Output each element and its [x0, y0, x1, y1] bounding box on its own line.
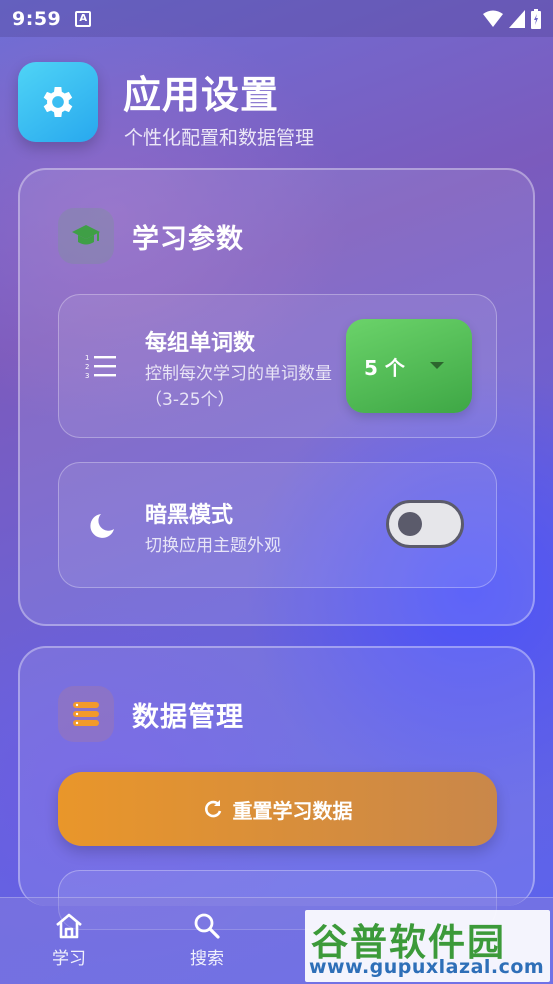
dark-mode-desc: 切换应用主题外观	[145, 536, 281, 556]
status-bar: 9:59 A	[0, 0, 553, 37]
learning-params-card: 学习参数 1 2 3 每组单词数 控制每次学习的单词数量（3-25个） 5 个 …	[18, 168, 535, 626]
status-time: 9:59	[12, 7, 62, 30]
gear-icon	[43, 87, 73, 117]
numbered-list-icon: 1 2 3	[85, 354, 116, 379]
moon-icon	[90, 514, 114, 538]
wifi-icon	[483, 10, 503, 27]
data-card-title: 数据管理	[132, 702, 244, 733]
battery-icon	[531, 8, 541, 29]
notification-icon: A	[75, 10, 92, 27]
words-per-group-title: 每组单词数	[145, 331, 256, 356]
toggle-knob	[398, 512, 422, 536]
status-icons	[483, 8, 541, 29]
watermark-url: www.gupuxlazal.com	[309, 956, 545, 978]
page-header: 应用设置 个性化配置和数据管理	[18, 62, 538, 152]
reset-button-label: 重置学习数据	[232, 798, 353, 823]
words-per-group-select[interactable]: 5 个	[346, 319, 472, 413]
page-subtitle: 个性化配置和数据管理	[124, 127, 315, 149]
data-card-icon	[58, 686, 114, 742]
words-per-group-value: 5 个	[364, 355, 405, 380]
page-title: 应用设置	[123, 73, 280, 117]
signal-icon	[509, 9, 525, 28]
settings-app-icon	[18, 62, 98, 142]
learning-card-icon	[58, 208, 114, 264]
graduation-cap-icon	[72, 225, 100, 245]
refresh-icon	[204, 800, 221, 818]
caret-down-icon	[430, 362, 444, 369]
svg-text:3: 3	[85, 372, 89, 379]
home-icon	[56, 913, 82, 939]
dark-mode-title: 暗黑模式	[145, 503, 234, 528]
reset-learning-data-button[interactable]: 重置学习数据	[58, 772, 497, 846]
nav-label-learn: 学习	[52, 949, 86, 969]
database-icon	[73, 702, 99, 726]
nav-item-search[interactable]: 搜索	[172, 912, 242, 969]
nav-label-search: 搜索	[190, 949, 224, 969]
dark-mode-toggle[interactable]	[386, 500, 464, 548]
svg-text:1: 1	[85, 354, 89, 362]
data-management-card: 数据管理 重置学习数据	[18, 646, 535, 930]
learning-card-title: 学习参数	[132, 224, 244, 255]
words-per-group-row: 1 2 3 每组单词数 控制每次学习的单词数量（3-25个） 5 个	[58, 294, 497, 438]
dark-mode-row: 暗黑模式 切换应用主题外观	[58, 462, 497, 588]
watermark: 谷普软件园 www.gupuxlazal.com	[305, 910, 550, 982]
nav-item-learn[interactable]: 学习	[34, 912, 104, 969]
words-per-group-desc: 控制每次学习的单词数量（3-25个）	[145, 364, 332, 410]
svg-text:2: 2	[85, 363, 89, 371]
search-icon	[194, 913, 220, 939]
